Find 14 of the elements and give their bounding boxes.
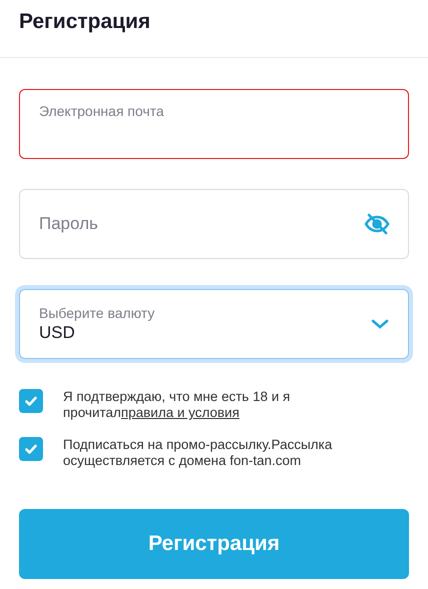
check-icon [24, 394, 38, 408]
checkbox[interactable] [19, 389, 43, 413]
check-icon [24, 442, 38, 456]
select-value: USD [39, 322, 76, 344]
email-field[interactable]: Электронная почта [19, 89, 409, 159]
eye-slash-icon[interactable] [364, 212, 390, 236]
page-title: Регистрация [19, 9, 152, 35]
agreement-text: Подписаться на промо-рассылку.Рассылка осуществляется с домена fon-tan.com [63, 437, 334, 469]
select-label: Выберите валюту [39, 304, 156, 322]
password-field[interactable]: Пароль [19, 189, 409, 259]
terms-link[interactable]: правила и условия [121, 405, 240, 420]
checkbox[interactable] [19, 437, 43, 461]
agreement-text: Я подтверждаю, что мне есть 18 и я прочиталправила и условия [63, 389, 292, 421]
chevron-down-icon [371, 319, 389, 329]
